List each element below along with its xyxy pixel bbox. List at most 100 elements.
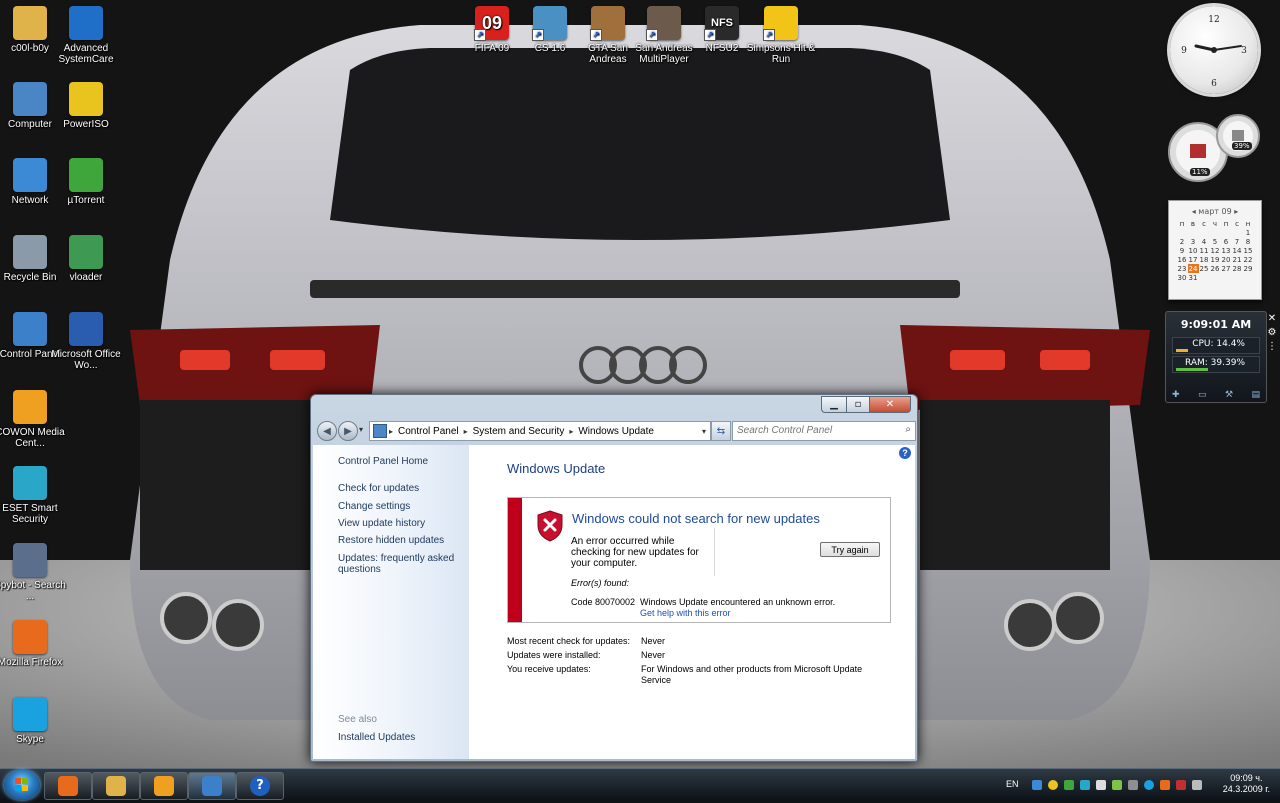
system-monitor-gadget[interactable]: 9:09:01 AM CPU: 14.4% RAM: 39.39% ✚ ▭ ⚒ …: [1165, 311, 1267, 403]
back-button[interactable]: ◀: [317, 421, 337, 441]
breadcrumb-windows-update[interactable]: Windows Update: [578, 426, 654, 437]
desktop-icon-vloader[interactable]: vloader: [50, 235, 122, 283]
help-icon[interactable]: ?: [899, 447, 911, 459]
eset-tray-icon[interactable]: [1080, 780, 1090, 790]
search-input[interactable]: [733, 422, 895, 438]
desktop-icon-cowon[interactable]: COWON Media Cent...: [0, 390, 66, 449]
search-box[interactable]: ⌕: [732, 421, 916, 441]
action-center-tray-icon[interactable]: [1176, 780, 1186, 790]
calendar-day[interactable]: 21: [1232, 255, 1243, 264]
restore-hidden-updates-link[interactable]: Restore hidden updates: [338, 535, 466, 546]
device-tray-icon[interactable]: [1128, 780, 1138, 790]
taskbar-app-cowon[interactable]: [140, 772, 188, 800]
calendar-day[interactable]: 10: [1188, 246, 1199, 255]
desktop-icon-word[interactable]: Microsoft Office Wo...: [50, 312, 122, 371]
firefox-tray-icon[interactable]: [1160, 780, 1170, 790]
tools-icon[interactable]: ⚒: [1225, 390, 1233, 400]
language-indicator[interactable]: EN: [1006, 779, 1019, 789]
monitor-tray-icon[interactable]: [1112, 780, 1122, 790]
volume-tray-icon[interactable]: [1096, 780, 1106, 790]
check-for-updates-link[interactable]: Check for updates: [338, 483, 466, 494]
calendar-day[interactable]: 18: [1199, 255, 1210, 264]
calendar-day[interactable]: 16: [1177, 255, 1188, 264]
updates-faq-link[interactable]: Updates: frequently asked questions: [338, 553, 466, 575]
power-tray-icon[interactable]: [1192, 780, 1202, 790]
installed-updates-link[interactable]: Installed Updates: [338, 732, 466, 743]
calendar-day[interactable]: 22: [1243, 255, 1254, 264]
utorrent-tray-icon[interactable]: [1064, 780, 1074, 790]
calendar-day[interactable]: 2: [1177, 237, 1188, 246]
clock-gadget[interactable]: 12 3 6 9: [1170, 6, 1258, 94]
calendar-day[interactable]: 31: [1188, 273, 1199, 282]
add-icon[interactable]: ✚: [1172, 390, 1180, 400]
calendar-day[interactable]: 15: [1243, 246, 1254, 255]
wrench-icon[interactable]: ⚙: [1266, 326, 1278, 340]
breadcrumb-system-and-security[interactable]: System and Security: [473, 426, 565, 437]
calendar-day[interactable]: 20: [1221, 255, 1232, 264]
calendar-day[interactable]: 19: [1210, 255, 1221, 264]
calendar-day[interactable]: 12: [1210, 246, 1221, 255]
taskbar-app-explorer[interactable]: [92, 772, 140, 800]
desktop-icon-eset[interactable]: ESET Smart Security: [0, 466, 66, 525]
calendar-day[interactable]: 9: [1177, 246, 1188, 255]
recent-pages-icon[interactable]: ▾: [359, 425, 363, 434]
poweriso-tray-icon[interactable]: [1048, 780, 1058, 790]
search-icon[interactable]: ⌕: [905, 424, 911, 435]
calendar-day[interactable]: 27: [1221, 264, 1232, 273]
network-tray-icon[interactable]: [1032, 780, 1042, 790]
calendar-day[interactable]: 3: [1188, 237, 1199, 246]
start-button[interactable]: [4, 770, 40, 800]
calendar-day[interactable]: 6: [1221, 237, 1232, 246]
calendar-day[interactable]: 23: [1177, 264, 1188, 273]
calendar-day[interactable]: 11: [1199, 246, 1210, 255]
change-settings-link[interactable]: Change settings: [338, 501, 466, 512]
calendar-next-icon[interactable]: ▸: [1234, 207, 1238, 216]
calendar-day[interactable]: 8: [1243, 237, 1254, 246]
calendar-day[interactable]: 28: [1232, 264, 1243, 273]
options-icon[interactable]: ▤: [1251, 390, 1260, 400]
monitor-icon[interactable]: ▭: [1198, 390, 1207, 400]
taskbar-app-control-panel[interactable]: [188, 772, 236, 800]
taskbar-clock[interactable]: 09:09 ч. 24.3.2009 г.: [1223, 773, 1270, 795]
calendar-day[interactable]: 13: [1221, 246, 1232, 255]
try-again-button[interactable]: Try again: [820, 542, 880, 557]
desktop-icon-skype[interactable]: Skype: [0, 697, 66, 745]
calendar-day[interactable]: 5: [1210, 237, 1221, 246]
calendar-day[interactable]: 14: [1232, 246, 1243, 255]
desktop-icon-simpsons[interactable]: ↗ Simpsons Hit & Run: [745, 6, 817, 65]
calendar-day[interactable]: 17: [1188, 255, 1199, 264]
calendar-day[interactable]: 26: [1210, 264, 1221, 273]
calendar-gadget[interactable]: ◂ март 09 ▸ п в с ч п с н 1 2 3 4 5 6 7 8 9 10 11 12 13 14 15…: [1168, 200, 1262, 300]
calendar-day[interactable]: 7: [1232, 237, 1243, 246]
calendar-day[interactable]: 24: [1187, 264, 1199, 273]
error-help-link[interactable]: Get help with this error: [640, 608, 731, 618]
close-button[interactable]: ✕: [870, 396, 911, 413]
desktop-icon-advanced-systemcare[interactable]: Advanced SystemCare: [50, 6, 122, 65]
windows-update-window[interactable]: ▁ ▫ ✕ ◀ ▶ ▾ ▸ Control Panel ▸ System and…: [310, 394, 918, 762]
drag-handle-icon[interactable]: ⋮: [1266, 340, 1278, 354]
desktop-icon-utorrent[interactable]: µTorrent: [50, 158, 122, 206]
calendar-day[interactable]: 1: [1243, 228, 1254, 237]
calendar-prev-icon[interactable]: ◂: [1192, 207, 1196, 216]
view-update-history-link[interactable]: View update history: [338, 518, 466, 529]
desktop-icon-poweriso[interactable]: PowerISO: [50, 82, 122, 130]
breadcrumb-control-panel[interactable]: Control Panel: [398, 426, 459, 437]
refresh-button[interactable]: ⇆: [711, 421, 731, 441]
calendar-day[interactable]: 4: [1199, 237, 1210, 246]
forward-button[interactable]: ▶: [338, 421, 358, 441]
address-dropdown-icon[interactable]: ▾: [702, 427, 706, 436]
desktop-icon-spybot[interactable]: Spybot - Search ...: [0, 543, 66, 602]
close-icon[interactable]: ✕: [1266, 312, 1278, 326]
calendar-day[interactable]: 29: [1243, 264, 1254, 273]
calendar-day[interactable]: 25: [1199, 264, 1210, 273]
control-panel-home-link[interactable]: Control Panel Home: [338, 456, 466, 467]
skype-tray-icon[interactable]: [1144, 780, 1154, 790]
minimize-button[interactable]: ▁: [821, 396, 847, 413]
address-bar[interactable]: ▸ Control Panel ▸ System and Security ▸ …: [369, 421, 711, 441]
taskbar-app-help[interactable]: ?: [236, 772, 284, 800]
desktop-icon-firefox[interactable]: Mozilla Firefox: [0, 620, 66, 668]
maximize-button[interactable]: ▫: [847, 396, 870, 413]
cpu-meter-gadget[interactable]: 11% 39%: [1166, 114, 1262, 184]
taskbar-app-firefox[interactable]: [44, 772, 92, 800]
calendar-day[interactable]: 30: [1177, 273, 1188, 282]
